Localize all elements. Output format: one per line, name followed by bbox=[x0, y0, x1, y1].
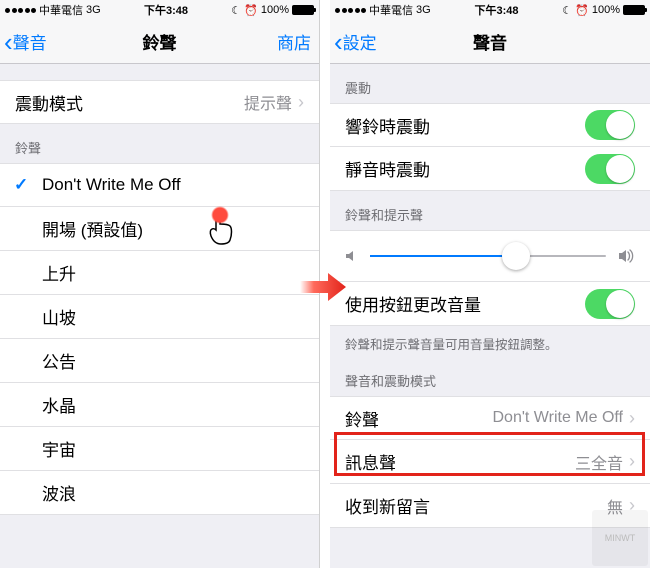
signal-dots-icon bbox=[5, 8, 36, 13]
section-header-ringer: 鈴聲和提示聲 bbox=[330, 191, 650, 230]
vibrate-on-silent-row: 靜音時震動 bbox=[330, 147, 650, 191]
chevron-right-icon: › bbox=[629, 408, 635, 429]
row-label: 公告 bbox=[42, 348, 304, 373]
chevron-left-icon: ‹ bbox=[334, 29, 343, 55]
nav-bar: ‹ 設定 聲音 bbox=[330, 20, 650, 64]
status-bar: 中華電信 3G 下午3:48 ☾ ⏰ 100% bbox=[0, 0, 319, 20]
back-button[interactable]: ‹ 聲音 bbox=[0, 29, 47, 55]
carrier-label: 中華電信 bbox=[369, 2, 413, 18]
checkmark-icon: ✓ bbox=[14, 175, 28, 195]
status-time: 下午3:48 bbox=[474, 2, 518, 18]
signal-dots-icon bbox=[335, 8, 366, 13]
volume-slider[interactable] bbox=[370, 255, 606, 257]
section-header-vibrate: 震動 bbox=[330, 64, 650, 103]
row-label: 震動模式 bbox=[15, 90, 244, 115]
toggle-switch[interactable] bbox=[585, 110, 635, 140]
ringtone-item[interactable]: 波浪 bbox=[0, 471, 319, 515]
row-label: 水晶 bbox=[42, 392, 304, 417]
slider-thumb[interactable] bbox=[502, 242, 530, 270]
row-label: 使用按鈕更改音量 bbox=[345, 291, 585, 316]
vibrate-on-ring-row: 響鈴時震動 bbox=[330, 103, 650, 147]
nav-bar: ‹ 聲音 鈴聲 商店 bbox=[0, 20, 319, 64]
battery-pct: 100% bbox=[592, 4, 620, 16]
screen-sounds: 中華電信 3G 下午3:48 ☾ ⏰ 100% ‹ 設定 聲音 震動 響鈴時震動 bbox=[330, 0, 650, 568]
row-label: Don't Write Me Off bbox=[42, 175, 304, 195]
footnote: 鈴聲和提示聲音量可用音量按鈕調整。 bbox=[330, 326, 650, 357]
ringtone-item[interactable]: 公告 bbox=[0, 339, 319, 383]
carrier-label: 中華電信 bbox=[39, 2, 83, 18]
ringtone-item[interactable]: 山坡 bbox=[0, 295, 319, 339]
row-label: 上升 bbox=[42, 260, 304, 285]
battery-pct: 100% bbox=[261, 4, 289, 16]
back-label: 聲音 bbox=[13, 29, 47, 54]
status-time: 下午3:48 bbox=[144, 2, 188, 18]
battery-icon bbox=[623, 5, 645, 15]
speaker-low-icon bbox=[344, 249, 358, 263]
row-label: 響鈴時震動 bbox=[345, 113, 585, 138]
change-with-buttons-row: 使用按鈕更改音量 bbox=[330, 282, 650, 326]
row-detail: 提示聲 bbox=[244, 90, 292, 114]
do-not-disturb-icon: ☾ bbox=[562, 4, 572, 17]
toggle-switch[interactable] bbox=[585, 154, 635, 184]
row-label: 收到新留言 bbox=[345, 493, 607, 518]
ringtone-item[interactable]: 開場 (預設值) bbox=[0, 207, 319, 251]
network-label: 3G bbox=[416, 4, 431, 16]
row-label: 宇宙 bbox=[42, 436, 304, 461]
page-title: 聲音 bbox=[330, 29, 650, 54]
row-label: 開場 (預設值) bbox=[42, 216, 304, 241]
section-header-ringtones: 鈴聲 bbox=[0, 124, 319, 163]
alarm-icon: ⏰ bbox=[244, 4, 258, 17]
row-label: 鈴聲 bbox=[345, 406, 493, 431]
section-header-patterns: 聲音和震動模式 bbox=[330, 357, 650, 396]
row-label: 靜音時震動 bbox=[345, 156, 585, 181]
do-not-disturb-icon: ☾ bbox=[231, 4, 241, 17]
row-label: 山坡 bbox=[42, 304, 304, 329]
alarm-icon: ⏰ bbox=[575, 4, 589, 17]
ringtone-item[interactable]: 水晶 bbox=[0, 383, 319, 427]
volume-slider-row bbox=[330, 230, 650, 282]
ringtone-item-selected[interactable]: ✓ Don't Write Me Off bbox=[0, 163, 319, 207]
back-button[interactable]: ‹ 設定 bbox=[330, 29, 377, 55]
back-label: 設定 bbox=[343, 29, 377, 54]
watermark: MINWT bbox=[592, 510, 648, 566]
ringtone-item[interactable]: 宇宙 bbox=[0, 427, 319, 471]
vibration-pattern-row[interactable]: 震動模式 提示聲 › bbox=[0, 80, 319, 124]
highlight-box bbox=[334, 432, 645, 476]
row-label: 波浪 bbox=[42, 480, 304, 505]
screen-ringtone: 中華電信 3G 下午3:48 ☾ ⏰ 100% ‹ 聲音 鈴聲 商店 震動模式 … bbox=[0, 0, 320, 568]
ringtone-item[interactable]: 上升 bbox=[0, 251, 319, 295]
chevron-right-icon: › bbox=[298, 92, 304, 113]
network-label: 3G bbox=[86, 4, 101, 16]
status-bar: 中華電信 3G 下午3:48 ☾ ⏰ 100% bbox=[330, 0, 650, 20]
battery-icon bbox=[292, 5, 314, 15]
chevron-left-icon: ‹ bbox=[4, 29, 13, 55]
toggle-switch[interactable] bbox=[585, 289, 635, 319]
row-detail: Don't Write Me Off bbox=[493, 409, 624, 427]
speaker-high-icon bbox=[618, 248, 636, 264]
page-title: 鈴聲 bbox=[0, 29, 319, 54]
store-button[interactable]: 商店 bbox=[277, 29, 311, 54]
